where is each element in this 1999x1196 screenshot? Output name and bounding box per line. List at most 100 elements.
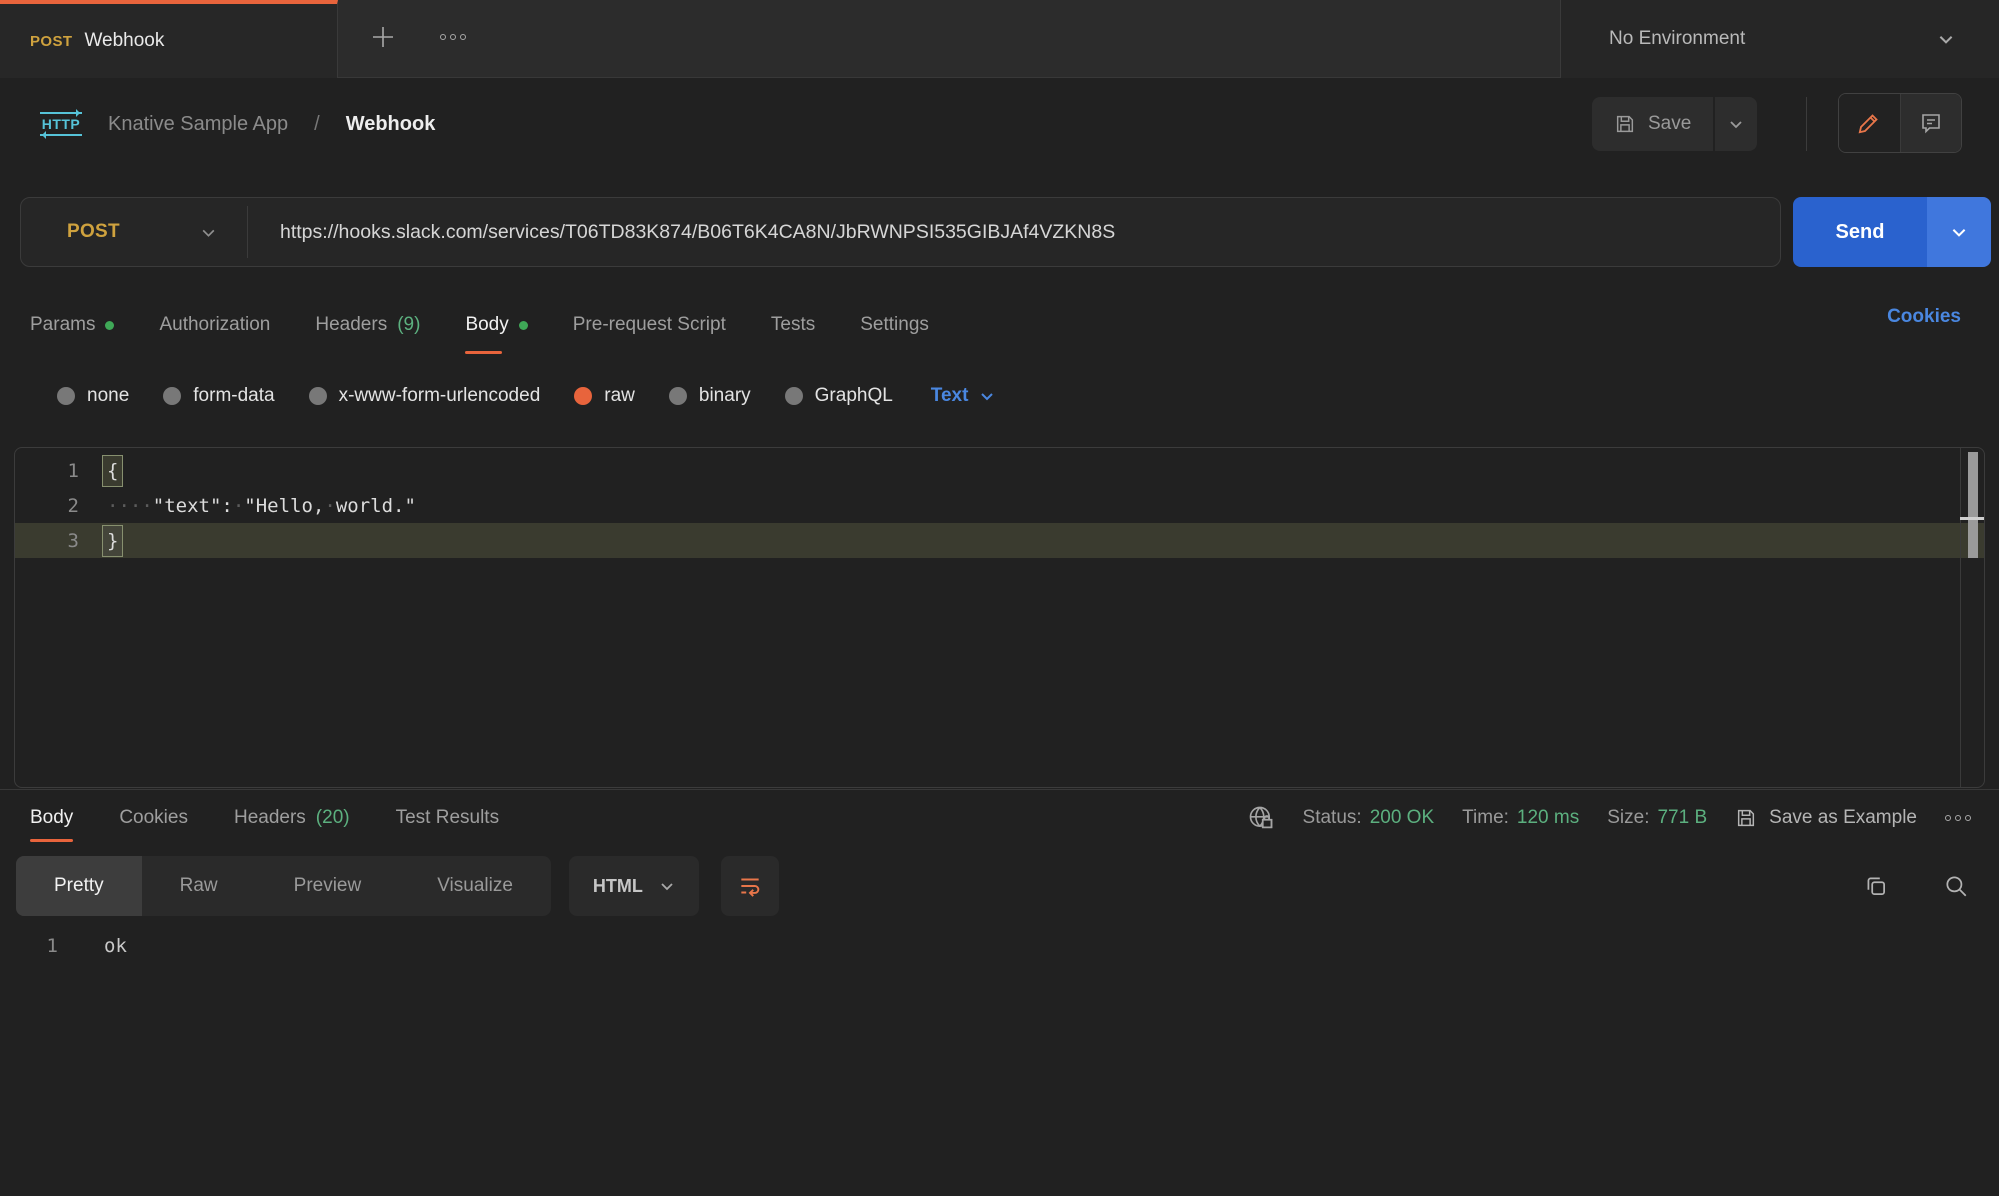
tab-title: Webhook <box>84 30 164 52</box>
tab-headers[interactable]: Headers (9) <box>315 296 420 354</box>
space-dot: · <box>324 495 335 517</box>
open-brace-token: { <box>102 455 123 487</box>
status-indicator[interactable]: Status: 200 OK <box>1303 807 1435 829</box>
breadcrumb-separator: / <box>314 113 320 136</box>
size-label: Size: <box>1607 807 1649 829</box>
search-response-button[interactable] <box>1943 873 1969 899</box>
response-body-viewer[interactable]: 1 ok <box>0 926 1999 966</box>
line-number-2: 2 <box>15 495 107 517</box>
more-tabs-button[interactable] <box>440 34 466 40</box>
tab-bar-actions <box>352 0 466 74</box>
radio-form-data[interactable]: form-data <box>163 385 274 407</box>
cookies-link[interactable]: Cookies <box>1887 306 1961 328</box>
radio-none[interactable]: none <box>57 385 129 407</box>
save-button-label: Save <box>1648 113 1691 135</box>
breadcrumb-request-name[interactable]: Webhook <box>346 113 436 136</box>
request-tabs: Params Authorization Headers (9) Body Pr… <box>0 296 1999 354</box>
save-options-chevron[interactable] <box>1713 97 1757 151</box>
response-tab-headers-label: Headers <box>234 807 306 829</box>
size-indicator[interactable]: Size: 771 B <box>1607 807 1707 829</box>
time-value: 120 ms <box>1517 807 1579 829</box>
radio-form-data-label: form-data <box>193 385 274 407</box>
url-input[interactable]: https://hooks.slack.com/services/T06TD83… <box>248 221 1115 244</box>
tab-tests[interactable]: Tests <box>771 296 815 354</box>
radio-graphql[interactable]: GraphQL <box>785 385 893 407</box>
tab-body-label: Body <box>465 314 508 336</box>
radio-raw[interactable]: raw <box>574 385 635 407</box>
radio-binary-label: binary <box>699 385 751 407</box>
response-more-options-button[interactable] <box>1945 815 1971 821</box>
body-green-dot <box>519 321 528 330</box>
method-selector[interactable]: POST <box>21 221 247 243</box>
save-button[interactable]: Save <box>1592 97 1713 151</box>
response-view-mode-control: Pretty Raw Preview Visualize <box>16 856 551 916</box>
radio-x-www-form-urlencoded[interactable]: x-www-form-urlencoded <box>309 385 541 407</box>
method-label: POST <box>67 221 120 243</box>
editor-scrollbar[interactable] <box>1960 448 1984 787</box>
headers-count: (9) <box>397 314 420 336</box>
editor-line-3-current[interactable]: 3 } <box>15 523 1984 558</box>
request-tab-bar: POST Webhook No Environment <box>0 0 1999 78</box>
scrollbar-thumb-current-line[interactable] <box>1968 520 1978 558</box>
tab-pre-request-script[interactable]: Pre-request Script <box>573 296 726 354</box>
response-tab-cookies[interactable]: Cookies <box>119 790 188 846</box>
response-tab-test-results-label: Test Results <box>396 807 499 829</box>
tab-body[interactable]: Body <box>465 296 527 354</box>
edit-request-button[interactable] <box>1839 94 1900 152</box>
request-body-editor[interactable]: 1 { 2 ····"text":·"Hello,·world." 3 } <box>14 447 1985 788</box>
time-label: Time: <box>1462 807 1509 829</box>
time-indicator[interactable]: Time: 120 ms <box>1462 807 1579 829</box>
radio-binary[interactable]: binary <box>669 385 751 407</box>
view-mode-raw[interactable]: Raw <box>142 856 256 916</box>
space-dot: · <box>233 495 244 517</box>
edit-comment-toggle <box>1838 93 1962 153</box>
tab-params[interactable]: Params <box>30 296 114 354</box>
radio-form-data-circle <box>163 387 181 405</box>
radio-graphql-label: GraphQL <box>815 385 893 407</box>
response-format-dropdown[interactable]: HTML <box>569 856 699 916</box>
tab-params-label: Params <box>30 314 95 336</box>
send-button[interactable]: Send <box>1793 197 1927 267</box>
view-mode-pretty[interactable]: Pretty <box>16 856 142 916</box>
response-tab-headers[interactable]: Headers (20) <box>234 790 350 846</box>
tab-authorization-label: Authorization <box>159 314 270 336</box>
params-green-dot <box>105 321 114 330</box>
radio-x-www-form-urlencoded-circle <box>309 387 327 405</box>
response-tabs: Body Cookies Headers (20) Test Results <box>0 790 499 846</box>
radio-graphql-circle <box>785 387 803 405</box>
body-type-selector: none form-data x-www-form-urlencoded raw… <box>0 372 1999 420</box>
json-value-token-2: world." <box>336 495 416 517</box>
tab-authorization[interactable]: Authorization <box>159 296 270 354</box>
save-as-example-button[interactable]: Save as Example <box>1735 807 1917 829</box>
send-options-chevron[interactable] <box>1927 197 1991 267</box>
copy-response-button[interactable] <box>1863 873 1889 899</box>
status-value: 200 OK <box>1370 807 1434 829</box>
editor-line-2[interactable]: 2 ····"text":·"Hello,·world." <box>15 488 1984 523</box>
header-divider <box>1806 97 1807 151</box>
comments-button[interactable] <box>1900 94 1962 152</box>
wrap-line-button[interactable] <box>721 856 779 916</box>
view-mode-preview[interactable]: Preview <box>256 856 400 916</box>
tab-settings[interactable]: Settings <box>860 296 929 354</box>
line-number-1: 1 <box>15 460 107 482</box>
wrap-text-icon <box>737 873 763 899</box>
environment-selector[interactable]: No Environment <box>1560 0 1999 78</box>
response-tab-test-results[interactable]: Test Results <box>396 790 499 846</box>
breadcrumb-collection[interactable]: Knative Sample App <box>108 113 288 136</box>
tab-settings-label: Settings <box>860 314 929 336</box>
radio-binary-circle <box>669 387 687 405</box>
new-tab-button[interactable] <box>370 24 396 50</box>
open-request-tab[interactable]: POST Webhook <box>0 0 338 78</box>
view-mode-visualize[interactable]: Visualize <box>399 856 551 916</box>
editor-line-1[interactable]: 1 { <box>15 453 1984 488</box>
globe-lock-icon[interactable] <box>1247 804 1275 832</box>
scrollbar-thumb[interactable] <box>1968 452 1978 524</box>
response-headers-count: (20) <box>316 807 350 829</box>
chevron-down-icon <box>659 878 675 894</box>
save-button-group: Save <box>1592 97 1757 151</box>
environment-label: No Environment <box>1609 28 1745 50</box>
raw-format-label: Text <box>931 385 969 407</box>
json-key-token: "text": <box>153 495 233 517</box>
raw-format-selector[interactable]: Text <box>931 385 996 407</box>
response-tab-body[interactable]: Body <box>30 790 73 846</box>
